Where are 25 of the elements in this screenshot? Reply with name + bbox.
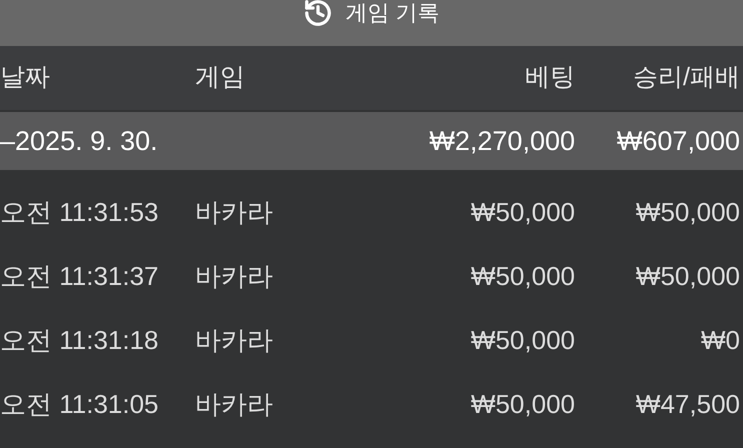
table-cell-text: 오전 11:31:18 bbox=[0, 324, 160, 356]
table-cell-text: 바카라 bbox=[195, 324, 274, 356]
date-label: –2025. 9. 30. bbox=[0, 124, 159, 158]
table-cell-text: ₩50,000 bbox=[634, 196, 741, 228]
table-cell-text: 바카라 bbox=[195, 196, 274, 228]
table-cell-text: ₩50,000 bbox=[634, 260, 741, 292]
table-cell-text: 오전 11:31:53 bbox=[0, 196, 160, 228]
table-cell-text: ₩50,000 bbox=[470, 196, 575, 228]
total-result: ₩607,000 bbox=[616, 124, 741, 158]
total-bet: ₩2,270,000 bbox=[429, 124, 575, 158]
table-cell-text: 바카라 bbox=[195, 260, 274, 292]
column-header: 베팅 bbox=[525, 62, 575, 94]
table-cell-text: ₩50,000 bbox=[470, 324, 575, 356]
table-cell-text: 바카라 bbox=[195, 388, 274, 420]
table-cell-text: 오전 11:31:37 bbox=[0, 260, 160, 292]
history-icon bbox=[303, 0, 334, 28]
table-cell-text: ₩50,000 bbox=[470, 260, 575, 292]
table-cell-text: ₩47,500 bbox=[634, 388, 741, 420]
table-cell-text: ₩50,000 bbox=[470, 388, 575, 420]
column-header: 승리/패배 bbox=[632, 62, 741, 94]
column-header: 날짜 bbox=[0, 62, 51, 94]
window-title: 게임 기록 bbox=[345, 0, 440, 26]
table-cell-text: 오전 11:31:05 bbox=[0, 388, 160, 420]
column-header: 게임 bbox=[195, 62, 246, 94]
table-cell-text: ₩0 bbox=[700, 324, 741, 356]
